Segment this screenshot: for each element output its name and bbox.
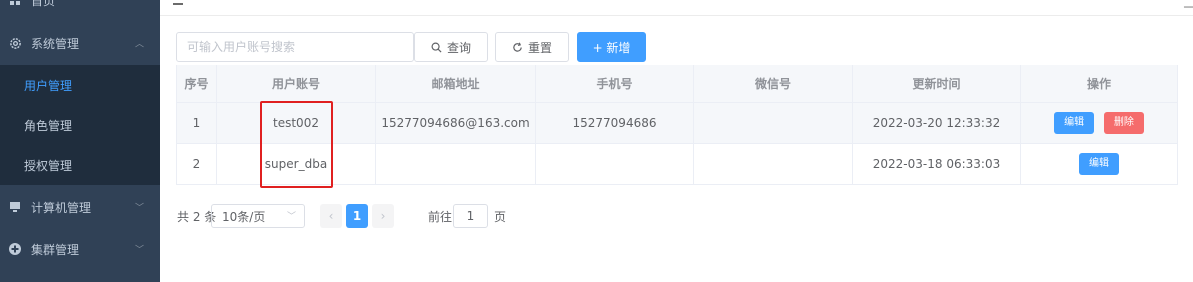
user-icon[interactable]: ▁ xyxy=(1184,0,1193,8)
add-button[interactable]: + 新增 xyxy=(577,32,646,62)
sidebar-item-cluster[interactable]: 集群管理 ﹀ xyxy=(0,229,160,269)
add-button-label: + 新增 xyxy=(592,40,631,55)
sidebar-item-label: 角色管理 xyxy=(24,118,73,133)
chevron-down-icon: ﹀ xyxy=(135,245,145,256)
cell-wechat xyxy=(693,102,853,144)
sidebar-item-label: 授权管理 xyxy=(24,158,73,173)
monitor-icon xyxy=(8,200,22,214)
column-header-actions: 操作 xyxy=(1020,65,1178,103)
annotation-highlight-box xyxy=(260,101,333,188)
sidebar-item-home[interactable]: 首页 xyxy=(0,0,160,20)
search-input[interactable] xyxy=(176,32,414,62)
cell-email xyxy=(375,143,536,185)
goto-suffix: 页 xyxy=(494,209,507,224)
column-header-account: 用户账号 xyxy=(216,65,376,103)
sidebar-item-label: 系统管理 xyxy=(31,36,80,51)
delete-button[interactable]: 删除 xyxy=(1103,111,1144,134)
chevron-up-icon: ︿ xyxy=(135,39,145,50)
edit-button[interactable]: 编辑 xyxy=(1079,152,1119,175)
sidebar-item-role-management[interactable]: 角色管理 xyxy=(0,105,160,145)
column-header-phone: 手机号 xyxy=(535,65,694,103)
goto-page-input[interactable] xyxy=(453,204,488,228)
chevron-down-icon: ﹀ xyxy=(286,212,296,222)
prev-page-button[interactable]: ‹ xyxy=(320,204,342,228)
table-header-row: 序号 用户账号 邮箱地址 手机号 微信号 更新时间 操作 xyxy=(176,65,1178,103)
cell-updated: 2022-03-18 06:33:03 xyxy=(852,143,1021,185)
chevron-left-icon: ‹ xyxy=(328,209,334,223)
sidebar-item-computer[interactable]: 计算机管理 ﹀ xyxy=(0,187,160,227)
gear-icon xyxy=(8,36,22,50)
column-header-updated: 更新时间 xyxy=(852,65,1021,103)
cell-actions: 编辑 删除 xyxy=(1020,102,1178,144)
goto-label: 前往 xyxy=(428,209,453,224)
edit-button[interactable]: 编辑 xyxy=(1054,111,1095,134)
query-button[interactable]: 查询 xyxy=(414,32,488,62)
sidebar-item-label: 用户管理 xyxy=(24,78,73,93)
reset-button[interactable]: 重置 xyxy=(495,32,569,62)
sidebar-item-system[interactable]: 系统管理 ︿ xyxy=(0,23,160,63)
page-size-select[interactable]: 10条/页 ﹀ xyxy=(211,204,305,228)
cell-email: 15277094686@163.com xyxy=(375,102,536,144)
cell-updated: 2022-03-20 12:33:32 xyxy=(852,102,1021,144)
sidebar: 首页 系统管理 ︿ 用户管理 角色管理 授权管理 计算机管理 ﹀ 集群管理 ﹀ xyxy=(0,0,160,282)
chevron-down-icon: ﹀ xyxy=(135,203,145,214)
cell-index: 1 xyxy=(176,102,217,144)
reset-button-label: 重置 xyxy=(527,40,552,55)
sidebar-item-label: 首页 xyxy=(31,0,56,8)
sidebar-item-label: 计算机管理 xyxy=(31,200,92,215)
sidebar-item-label: 集群管理 xyxy=(31,242,80,257)
cell-phone xyxy=(535,143,694,185)
query-button-label: 查询 xyxy=(446,40,471,55)
page-number-button[interactable]: 1 xyxy=(346,204,368,228)
page-size-value: 10条/页 xyxy=(222,209,266,224)
next-page-button[interactable]: › xyxy=(372,204,394,228)
home-icon xyxy=(8,0,22,7)
hamburger-icon[interactable] xyxy=(173,0,183,5)
sidebar-item-auth-management[interactable]: 授权管理 xyxy=(0,145,160,185)
chevron-right-icon: › xyxy=(380,209,386,223)
search-icon xyxy=(431,42,442,53)
cell-phone: 15277094686 xyxy=(535,102,694,144)
cell-wechat xyxy=(693,143,853,185)
refresh-icon xyxy=(512,42,523,53)
cell-index: 2 xyxy=(176,143,217,185)
top-navbar: ▁ xyxy=(160,0,1193,16)
sidebar-item-user-management[interactable]: 用户管理 xyxy=(0,65,160,105)
column-header-index: 序号 xyxy=(176,65,217,103)
cell-actions: 编辑 xyxy=(1020,143,1178,185)
column-header-email: 邮箱地址 xyxy=(375,65,536,103)
column-header-wechat: 微信号 xyxy=(693,65,853,103)
plus-circle-icon xyxy=(8,242,22,256)
